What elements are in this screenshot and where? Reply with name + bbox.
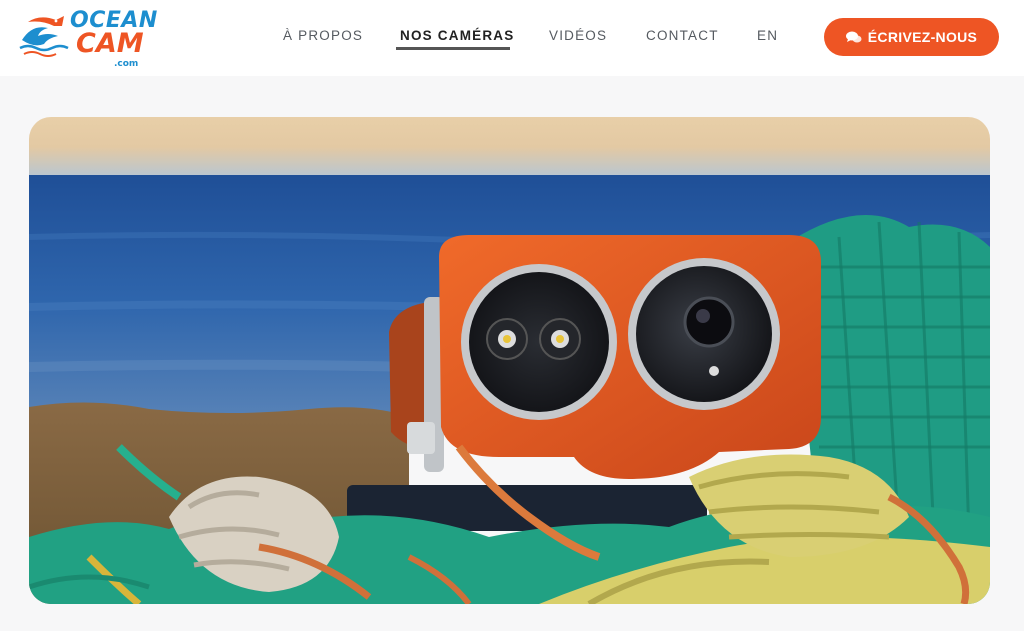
nav-item-language-en[interactable]: EN: [757, 28, 778, 44]
nav-item-contact[interactable]: CONTACT: [646, 28, 719, 44]
nav-item-nos-cameras[interactable]: NOS CAMÉRAS: [400, 28, 514, 44]
site-header: OCEAN CAM .com À PROPOS NOS CAMÉRAS VIDÉ…: [0, 0, 1024, 76]
contact-cta-button[interactable]: ÉCRIVEZ-NOUS: [824, 18, 999, 56]
chat-bubbles-icon: [845, 31, 862, 42]
underwater-camera-photo: [29, 117, 990, 604]
contact-cta-label: ÉCRIVEZ-NOUS: [867, 29, 978, 45]
nav-item-a-propos[interactable]: À PROPOS: [283, 28, 363, 44]
nav-item-videos[interactable]: VIDÉOS: [549, 28, 607, 44]
active-nav-indicator: [396, 47, 510, 50]
hero-image: [29, 117, 990, 604]
